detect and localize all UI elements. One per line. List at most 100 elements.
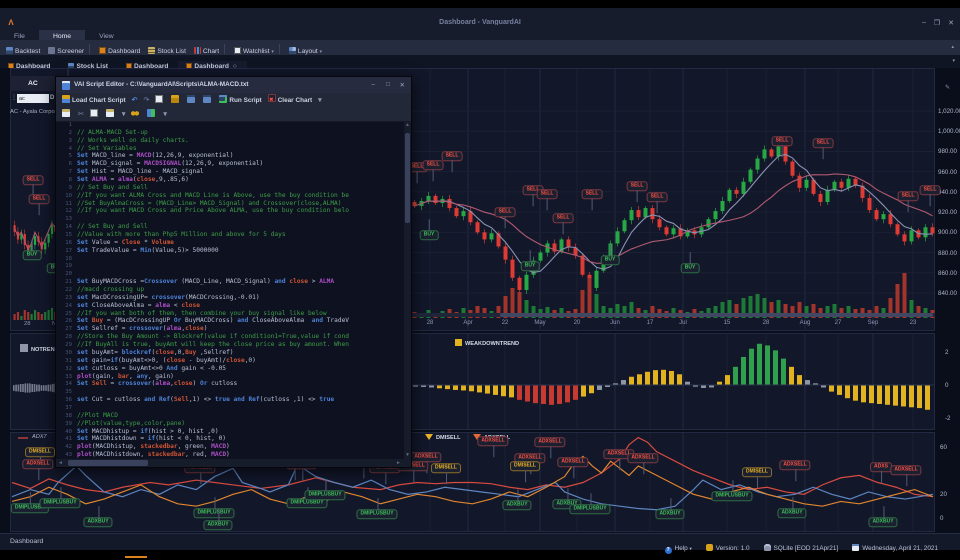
sell-signal-badge[interactable]: SELL: [23, 175, 44, 185]
code-line-23[interactable]: 23set MacDCrossingUP= crossover(MACDCros…: [56, 294, 403, 302]
code-line-6[interactable]: 6Set MACD_signal = MACDSIGNAL(12,26,9, e…: [56, 160, 403, 168]
code-line-10[interactable]: 10//If you want ALMA Cross and MACD Line…: [56, 192, 403, 200]
dmiplusbuy-badge[interactable]: DMIPLUSBUY: [193, 508, 234, 518]
status-item-calendar[interactable]: Wednesday, April 21, 2021: [852, 544, 938, 552]
load-script-button[interactable]: Load Chart Script: [62, 93, 126, 108]
adxbuy-badge[interactable]: ADXBUY: [502, 500, 531, 510]
code-line-12[interactable]: 12//If you want MACD Cross and Price Abo…: [56, 207, 403, 215]
sell-signal-badge[interactable]: SELL: [29, 194, 50, 204]
buy-signal-badge[interactable]: BUY: [420, 230, 439, 240]
code-line-28[interactable]: 28//Store the Buy Amount -> Blockref(val…: [56, 333, 403, 341]
sell-signal-badge[interactable]: SELL: [537, 189, 558, 199]
buy-signal-badge[interactable]: BUY: [521, 261, 540, 271]
code-line-18[interactable]: 18: [56, 255, 403, 263]
ribbon-button-chart[interactable]: Chart: [194, 47, 219, 55]
sell-signal-badge[interactable]: SELL: [920, 185, 941, 195]
dmisell-badge[interactable]: DMISELL: [25, 447, 55, 457]
code-line-1[interactable]: 1: [56, 121, 403, 129]
sell-signal-badge[interactable]: SELL: [423, 160, 444, 170]
sell-signal-badge[interactable]: SELL: [495, 207, 516, 217]
code-line-25[interactable]: 25//If you want both of them, then combi…: [56, 310, 403, 318]
ribbon-button-backtest[interactable]: Backtest: [6, 47, 40, 55]
code-line-15[interactable]: 15//Value with more than Php5 Million an…: [56, 231, 403, 239]
code-line-21[interactable]: 21Set BuyMACDCross =Crossover (MACD_Line…: [56, 278, 403, 286]
code-line-43[interactable]: 43plot(MACDhistdown, stackedbar, red, MA…: [56, 451, 403, 459]
adxsell-badge[interactable]: ADXSELL: [534, 437, 565, 447]
status-item-version[interactable]: Version: 1.0: [706, 544, 750, 552]
code-line-17[interactable]: 17Set TradeValue = Min(Value,5)> 5000000: [56, 247, 403, 255]
ribbon-button-stock-list[interactable]: Stock List: [148, 47, 186, 55]
editor-close-button[interactable]: ✕: [400, 81, 405, 89]
dmiplusbuy-badge[interactable]: DMIPLUSBUY: [711, 491, 752, 501]
sell-signal-badge[interactable]: SELL: [647, 192, 668, 202]
dmiplusbuy-badge[interactable]: DMIPLUSBUY: [39, 498, 80, 508]
status-item-help[interactable]: ?Help ▾: [665, 545, 692, 554]
code-line-20[interactable]: 20: [56, 270, 403, 278]
adxbuy-badge[interactable]: ADXBUY: [203, 520, 232, 530]
redo-icon[interactable]: ↷: [144, 93, 150, 108]
code-line-7[interactable]: 7Set Hist = MACD_line - MACD_signal: [56, 168, 403, 176]
ribbon-button-watchlist[interactable]: Watchlist ▾: [234, 47, 274, 55]
code-line-19[interactable]: 19: [56, 262, 403, 270]
editor-maximize-button[interactable]: □: [386, 81, 390, 88]
symbol-input[interactable]: [17, 94, 49, 103]
code-line-3[interactable]: 3// Works well on daily charts.: [56, 137, 403, 145]
code-line-42[interactable]: 42plot(MACDhistup, stackedbar, green, MA…: [56, 443, 403, 451]
copy-button[interactable]: [90, 108, 100, 121]
dmisell-badge[interactable]: DMISELL: [510, 461, 540, 471]
script-editor-window[interactable]: VAI Script Editor - C:\VanguardAI\Script…: [55, 76, 412, 468]
sell-signal-badge[interactable]: SELL: [582, 189, 603, 199]
clear-button[interactable]: Clear Chart: [268, 93, 312, 108]
code-line-8[interactable]: 8Set ALMA = alma(close,9,.85,6): [56, 176, 403, 184]
vscroll-thumb[interactable]: [405, 133, 410, 223]
code-line-14[interactable]: 14// Set Buy and Sell: [56, 223, 403, 231]
code-line-13[interactable]: 13: [56, 215, 403, 223]
edit-pencil-icon[interactable]: ✎: [945, 84, 950, 91]
sell-signal-badge[interactable]: SELL: [442, 151, 463, 161]
sell-signal-badge[interactable]: SELL: [772, 136, 793, 146]
cut-icon[interactable]: ✂: [78, 108, 84, 121]
open-folder-button[interactable]: [171, 93, 181, 108]
scroll-up-icon[interactable]: ▲: [405, 122, 410, 128]
code-line-16[interactable]: 16Set Value = Close * Volume: [56, 239, 403, 247]
code-line-22[interactable]: 22//macd crossing up: [56, 286, 403, 294]
ribbon-button-layout[interactable]: Layout ▾: [289, 47, 322, 55]
dmiplusbuy-badge[interactable]: DMIPLUSBUY: [304, 490, 345, 500]
caret-icon[interactable]: ▾: [163, 108, 167, 121]
new-file-button[interactable]: [155, 93, 165, 108]
ribbon-collapse-icon[interactable]: ▴: [951, 44, 954, 50]
dmiplusbuy-badge[interactable]: DMIPLUSBUY: [569, 504, 610, 514]
code-line-34[interactable]: 34Set Sell = crossover(alma,close) Or cu…: [56, 380, 403, 388]
find-button[interactable]: [131, 108, 141, 121]
script-editor-titlebar[interactable]: VAI Script Editor - C:\VanguardAI\Script…: [56, 77, 411, 93]
code-line-33[interactable]: 33plot(gain, bar, any, gain): [56, 373, 403, 381]
ribbon-button-dashboard[interactable]: Dashboard: [99, 47, 140, 55]
code-line-11[interactable]: 11//Set BuyAlmaCross = (MACD_Line> MACD_…: [56, 200, 403, 208]
code-line-36[interactable]: 36set Cut = cutloss and Ref(Sell,1) <> t…: [56, 396, 403, 404]
adxbuy-badge[interactable]: ADXBUY: [777, 508, 806, 518]
adxsell-badge[interactable]: ADXSELL: [477, 436, 508, 446]
adxsell-badge[interactable]: ADXSELL: [779, 460, 810, 470]
editor-minimize-button[interactable]: –: [371, 81, 375, 88]
tabs-overflow-icon[interactable]: ▾: [952, 58, 955, 64]
scroll-left-icon[interactable]: ◄: [58, 460, 63, 466]
code-line-27[interactable]: 27Set Sellref = crossover(alma,close): [56, 325, 403, 333]
code-line-2[interactable]: 2// ALMA-MACD Set-up: [56, 129, 403, 137]
undo-icon[interactable]: ↶: [132, 93, 138, 108]
code-line-26[interactable]: 26Set Buy = (MacDCrossingUP Or BuyMACDCr…: [56, 317, 403, 325]
status-item-database[interactable]: SQLite [EOD 21Apr21]: [764, 544, 839, 552]
caret-icon[interactable]: ▾: [318, 93, 322, 108]
adxbuy-badge[interactable]: ADXBUY: [655, 509, 684, 519]
hscroll-thumb[interactable]: [68, 460, 148, 466]
code-line-4[interactable]: 4// Set Variables: [56, 145, 403, 153]
sell-signal-badge[interactable]: SELL: [627, 181, 648, 191]
code-line-39[interactable]: 39//Plot(value,type,color,pane): [56, 420, 403, 428]
adxs-badge[interactable]: ADXS: [870, 462, 892, 472]
buy-signal-badge[interactable]: BUY: [23, 250, 42, 260]
code-line-32[interactable]: 32set cutloss = buyAmt<>0 And gain < -0.…: [56, 365, 403, 373]
dmisell-badge[interactable]: DMISELL: [431, 463, 461, 473]
sell-signal-badge[interactable]: SELL: [898, 191, 919, 201]
adxsell-badge[interactable]: ADXSELL: [627, 453, 658, 463]
adxbuy-badge[interactable]: ADXBUY: [83, 517, 112, 527]
buy-signal-badge[interactable]: BUY: [601, 255, 620, 265]
